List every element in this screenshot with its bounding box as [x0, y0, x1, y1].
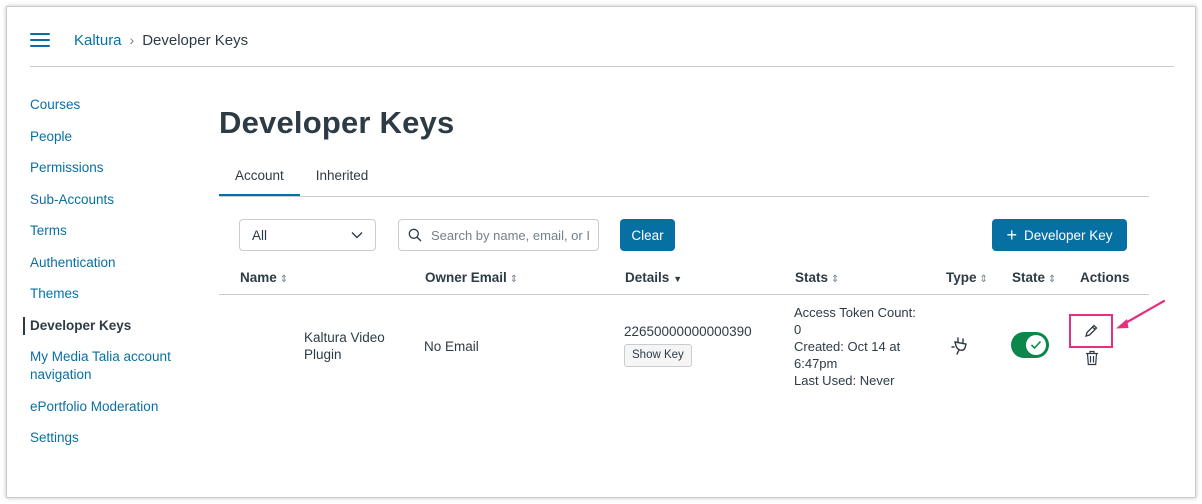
- table-header-divider: [219, 294, 1149, 295]
- column-header-email-label: Owner Email: [425, 270, 507, 285]
- sidebar-item-authentication[interactable]: Authentication: [30, 254, 180, 272]
- access-token-label: Access Token Count:: [794, 305, 916, 320]
- sidebar-item-people[interactable]: People: [30, 128, 180, 146]
- key-id: 22650000000000390: [624, 324, 752, 339]
- sort-icon: ⇕: [979, 274, 988, 285]
- add-developer-key-label: Developer Key: [1023, 227, 1113, 243]
- check-icon: [1026, 335, 1046, 355]
- search-icon: [408, 228, 422, 242]
- column-header-owner-email[interactable]: Owner Email ⇕: [425, 270, 518, 285]
- search-input[interactable]: [431, 227, 591, 243]
- top-header: Kaltura › Developer Keys: [30, 20, 248, 60]
- sidebar-item-permissions[interactable]: Permissions: [30, 159, 180, 177]
- sidebar-item-my-media[interactable]: My Media Talia account navigation: [30, 348, 180, 384]
- sort-icon: ⇕: [509, 274, 519, 285]
- add-developer-key-button[interactable]: + Developer Key: [992, 219, 1127, 251]
- state-toggle[interactable]: [1011, 332, 1049, 358]
- breadcrumb: Kaltura › Developer Keys: [74, 32, 248, 49]
- column-header-actions-label: Actions: [1080, 270, 1130, 285]
- browser-frame: [6, 6, 1196, 498]
- column-header-type-label: Type: [946, 270, 977, 285]
- column-header-type[interactable]: Type ⇕: [946, 270, 988, 285]
- account-sidebar: Courses People Permissions Sub-Accounts …: [23, 96, 180, 461]
- sidebar-item-sub-accounts[interactable]: Sub-Accounts: [30, 191, 180, 209]
- key-details: 22650000000000390 Show Key: [624, 323, 752, 367]
- sidebar-item-themes[interactable]: Themes: [30, 285, 180, 303]
- plus-icon: +: [1006, 225, 1017, 245]
- clear-button[interactable]: Clear: [620, 219, 675, 251]
- show-key-button[interactable]: Show Key: [624, 344, 692, 367]
- sidebar-item-courses[interactable]: Courses: [30, 96, 180, 114]
- created-date: Created: Oct 14 at 6:47pm: [794, 339, 901, 371]
- tab-account[interactable]: Account: [219, 158, 300, 197]
- chevron-down-icon: [351, 232, 363, 239]
- edit-button[interactable]: [1069, 314, 1113, 348]
- sidebar-item-eportfolio-moderation[interactable]: ePortfolio Moderation: [30, 398, 180, 416]
- access-token-count: 0: [794, 322, 802, 337]
- breadcrumb-current: Developer Keys: [142, 31, 249, 49]
- key-stats: Access Token Count: 0 Created: Oct 14 at…: [794, 304, 934, 389]
- sidebar-item-terms[interactable]: Terms: [30, 222, 180, 240]
- pencil-icon: [1085, 324, 1098, 337]
- column-header-state-label: State: [1012, 270, 1046, 285]
- column-header-details-label: Details: [625, 270, 670, 285]
- hamburger-menu-icon[interactable]: [30, 33, 50, 47]
- header-divider: [30, 66, 1174, 67]
- page-title: Developer Keys: [219, 105, 455, 140]
- plug-icon: [951, 336, 969, 361]
- breadcrumb-separator-icon: ›: [129, 32, 135, 48]
- sort-icon: ⇕: [831, 274, 840, 285]
- search-field[interactable]: [398, 219, 599, 251]
- sort-descending-icon: ▼: [673, 274, 683, 284]
- tab-list: Account Inherited: [219, 158, 384, 197]
- sidebar-item-developer-keys[interactable]: Developer Keys: [23, 316, 180, 335]
- last-used: Last Used: Never: [794, 373, 895, 388]
- filter-select-value: All: [252, 227, 268, 243]
- column-header-actions: Actions: [1080, 270, 1130, 285]
- owner-email: No Email: [424, 339, 479, 354]
- tab-inherited[interactable]: Inherited: [300, 158, 385, 197]
- tab-divider: [219, 196, 1149, 197]
- trash-icon[interactable]: [1085, 350, 1099, 371]
- key-name: Kaltura Video Plugin: [304, 330, 385, 362]
- sidebar-item-settings[interactable]: Settings: [30, 429, 180, 447]
- filter-select[interactable]: All: [239, 219, 376, 251]
- sort-icon: ⇕: [1048, 274, 1057, 285]
- column-header-details[interactable]: Details ▼: [625, 270, 682, 285]
- column-header-name[interactable]: Name ⇕: [240, 270, 288, 285]
- callout-arrow-icon: [1116, 299, 1166, 329]
- column-header-state[interactable]: State ⇕: [1012, 270, 1056, 285]
- column-header-stats[interactable]: Stats ⇕: [795, 270, 839, 285]
- column-header-stats-label: Stats: [795, 270, 829, 285]
- column-header-name-label: Name: [240, 270, 277, 285]
- breadcrumb-root-link[interactable]: Kaltura: [74, 32, 122, 49]
- sort-icon: ⇕: [279, 274, 289, 285]
